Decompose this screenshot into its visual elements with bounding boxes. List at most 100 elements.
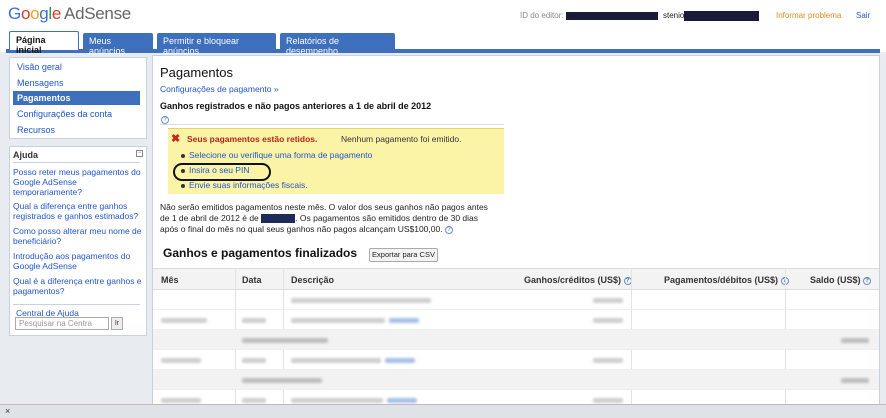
col-earnings[interactable]: Ganhos/créditos (US$) ? bbox=[524, 275, 632, 285]
divider bbox=[13, 162, 140, 163]
table-header: Mês Data Descrição Ganhos/créditos (US$)… bbox=[153, 268, 879, 290]
tax-info-link[interactable]: Envie suas informações fiscais. bbox=[189, 180, 308, 190]
col-payments[interactable]: Pagamentos/débitos (US$) ? bbox=[664, 275, 789, 285]
logo-letter: e bbox=[51, 4, 62, 23]
blurred-text bbox=[161, 358, 201, 363]
help-link[interactable]: Introdução aos pagamentos do Google AdSe… bbox=[13, 251, 145, 271]
table-row bbox=[153, 310, 879, 330]
earnings-heading: Ganhos registrados e não pagos anteriore… bbox=[160, 101, 432, 111]
help-panel: Ajuda − Posso reter meus pagamentos do G… bbox=[9, 146, 147, 336]
tab-my-ads[interactable]: Meus anúncios bbox=[83, 33, 153, 56]
blurred-text bbox=[242, 358, 266, 363]
blurred-link[interactable] bbox=[387, 398, 417, 403]
adsense-logo[interactable]: Google AdSense bbox=[8, 4, 131, 24]
tab-home[interactable]: Página inicial bbox=[9, 31, 79, 55]
blurred-text bbox=[593, 298, 623, 303]
question-icon[interactable]: ? bbox=[444, 225, 453, 234]
logo-letter: G bbox=[8, 4, 21, 23]
help-search-input[interactable]: Pesquisar na Centra bbox=[15, 317, 109, 330]
question-icon: ? bbox=[863, 276, 872, 285]
blurred-text bbox=[242, 338, 328, 343]
blurred-text bbox=[161, 398, 201, 403]
tab-performance-reports[interactable]: Relatórios de desempenho bbox=[280, 33, 395, 56]
divider bbox=[13, 304, 140, 305]
table-row bbox=[153, 350, 879, 370]
help-search-button[interactable]: Ir bbox=[111, 317, 123, 330]
help-link[interactable]: Posso reter meus pagamentos do Google Ad… bbox=[13, 167, 145, 197]
logo-letter: o bbox=[20, 4, 31, 23]
help-title: Ajuda bbox=[13, 150, 39, 160]
blurred-text bbox=[291, 358, 381, 363]
redacted-amount bbox=[261, 214, 296, 224]
warning-text: Nenhum pagamento foi emitido. bbox=[341, 134, 462, 144]
blurred-text bbox=[291, 298, 431, 303]
blurred-text bbox=[593, 398, 623, 403]
blurred-text bbox=[593, 318, 623, 323]
page-title: Pagamentos bbox=[160, 65, 233, 80]
question-icon: ? bbox=[161, 115, 169, 124]
user-name: stenio bbox=[663, 11, 685, 21]
publisher-id: ID do editor: bbox=[520, 11, 658, 20]
sidebar-item-resources[interactable]: Recursos bbox=[13, 123, 140, 137]
blurred-link[interactable] bbox=[385, 358, 415, 363]
sidebar-item-messages[interactable]: Mensagens bbox=[13, 76, 140, 90]
logo-product: AdSense bbox=[64, 4, 131, 23]
table-row bbox=[153, 390, 879, 404]
export-csv-button[interactable]: Exportar para CSV bbox=[369, 248, 438, 262]
bullet-icon bbox=[181, 154, 185, 158]
col-earnings-label: Ganhos/créditos (US$) bbox=[524, 275, 622, 285]
help-link[interactable]: Qual é a diferença entre ganhos e pagame… bbox=[13, 276, 145, 296]
payments-held-warning: ✖ Seus pagamentos estão retidos. Nenhum … bbox=[168, 128, 504, 194]
select-payment-method-link[interactable]: Selecione ou verifique uma forma de paga… bbox=[189, 150, 372, 160]
table-row bbox=[153, 330, 879, 350]
user-account: stenio bbox=[663, 11, 760, 21]
bullet-icon bbox=[181, 184, 185, 188]
help-link[interactable]: Como posso alterar meu nome de beneficiá… bbox=[13, 226, 145, 246]
blurred-text bbox=[841, 338, 869, 343]
notice-text: de 1 de abril de 2012 é de bbox=[160, 213, 259, 223]
redacted-block bbox=[565, 11, 658, 20]
sidebar-item-account-settings[interactable]: Configurações da conta bbox=[13, 107, 140, 121]
payment-settings-link[interactable]: Configurações de pagamento » bbox=[160, 84, 279, 94]
blurred-text bbox=[242, 318, 266, 323]
col-date[interactable]: Data bbox=[242, 275, 262, 285]
blurred-text bbox=[161, 318, 207, 323]
top-bar: Google AdSense ID do editor: stenio Infor… bbox=[0, 0, 886, 30]
main-content: Pagamentos Configurações de pagamento » … bbox=[152, 55, 880, 405]
sidebar-nav: Visão geral Mensagens Pagamentos Configu… bbox=[9, 57, 147, 139]
col-payments-label: Pagamentos/débitos (US$) bbox=[664, 275, 779, 285]
close-icon[interactable]: × bbox=[5, 406, 10, 416]
blurred-text bbox=[593, 358, 623, 363]
logo-letter: o bbox=[30, 4, 40, 23]
col-description[interactable]: Descrição bbox=[291, 275, 334, 285]
report-problem-link[interactable]: Informar problema bbox=[776, 11, 841, 20]
blurred-text bbox=[291, 318, 385, 323]
browser-status-bar: × bbox=[0, 404, 886, 418]
help-link[interactable]: Qual a diferença entre ganhos registrado… bbox=[13, 201, 145, 221]
notice-text: . Os pagamentos são emitidos dentro de 3… bbox=[295, 213, 479, 223]
pin-highlight-circle bbox=[173, 163, 271, 181]
publisher-label: ID do editor: bbox=[520, 11, 564, 20]
blurred-text bbox=[841, 378, 869, 383]
sidebar-item-payments[interactable]: Pagamentos bbox=[13, 91, 140, 105]
blurred-text bbox=[242, 398, 266, 403]
collapse-icon[interactable]: − bbox=[136, 150, 143, 157]
help-icon[interactable]: ? bbox=[161, 114, 169, 124]
warning-title: Seus pagamentos estão retidos. bbox=[187, 134, 318, 144]
error-icon: ✖ bbox=[171, 133, 181, 145]
col-balance[interactable]: Saldo (US$) ? bbox=[810, 275, 872, 285]
blurred-text bbox=[242, 378, 322, 383]
col-month[interactable]: Mês bbox=[161, 275, 179, 285]
sidebar-item-overview[interactable]: Visão geral bbox=[13, 60, 140, 74]
notice-text: após o final do mês no qual seus ganhos … bbox=[160, 224, 443, 234]
notice-line: de 1 de abril de 2012 é de . Os pagament… bbox=[160, 213, 478, 224]
table-row bbox=[153, 290, 879, 310]
blurred-link[interactable] bbox=[389, 318, 419, 323]
tab-allow-block-ads[interactable]: Permitir e bloquear anúncios bbox=[157, 33, 276, 56]
col-balance-label: Saldo (US$) bbox=[810, 275, 861, 285]
blurred-text bbox=[291, 398, 383, 403]
notice-line: após o final do mês no qual seus ganhos … bbox=[160, 224, 453, 235]
logout-link[interactable]: Sair bbox=[856, 11, 870, 20]
finalized-heading: Ganhos e pagamentos finalizados bbox=[163, 246, 358, 260]
table-row bbox=[153, 370, 879, 390]
